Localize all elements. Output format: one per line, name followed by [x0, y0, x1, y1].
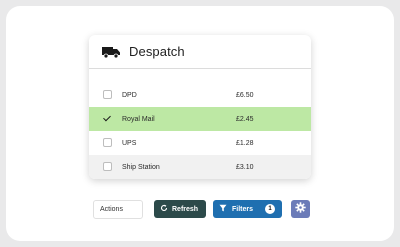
- carrier-row[interactable]: Ship Station £3.10: [89, 155, 311, 179]
- actions-dropdown[interactable]: Actions: [93, 200, 143, 219]
- carrier-row-selected[interactable]: Royal Mail £2.45: [89, 107, 311, 131]
- filters-label: Filters: [232, 205, 254, 213]
- filters-count-badge: 1: [265, 204, 275, 214]
- row-checkbox[interactable]: [103, 162, 112, 171]
- carrier-price: £1.28: [236, 139, 254, 147]
- settings-button[interactable]: [291, 200, 310, 218]
- despatch-panel: Despatch DPD £6.50 Royal Mail £2.45 UPS …: [89, 35, 311, 179]
- panel-header: Despatch: [89, 35, 311, 69]
- carrier-name: UPS: [122, 139, 137, 147]
- carrier-name: Royal Mail: [122, 115, 155, 123]
- carrier-price: £2.45: [236, 115, 254, 123]
- carrier-row[interactable]: DPD £6.50: [89, 83, 311, 107]
- panel-title: Despatch: [129, 44, 185, 59]
- filters-button[interactable]: Filters 1: [213, 200, 282, 218]
- carrier-name: Ship Station: [122, 163, 160, 171]
- row-checkbox[interactable]: [103, 90, 112, 99]
- row-checkbox-checked[interactable]: [103, 114, 112, 123]
- row-checkbox[interactable]: [103, 138, 112, 147]
- refresh-label: Refresh: [172, 205, 199, 213]
- carrier-price: £6.50: [236, 91, 254, 99]
- carrier-name: DPD: [122, 91, 137, 99]
- carrier-row[interactable]: UPS £1.28: [89, 131, 311, 155]
- gear-icon: [295, 200, 306, 218]
- actions-label: Actions: [100, 206, 123, 213]
- refresh-icon: [160, 204, 168, 214]
- filter-icon: [219, 204, 227, 214]
- truck-icon: [102, 46, 120, 58]
- carrier-list: DPD £6.50 Royal Mail £2.45 UPS £1.28 Shi…: [89, 83, 311, 179]
- carrier-price: £3.10: [236, 163, 254, 171]
- refresh-button[interactable]: Refresh: [154, 200, 206, 218]
